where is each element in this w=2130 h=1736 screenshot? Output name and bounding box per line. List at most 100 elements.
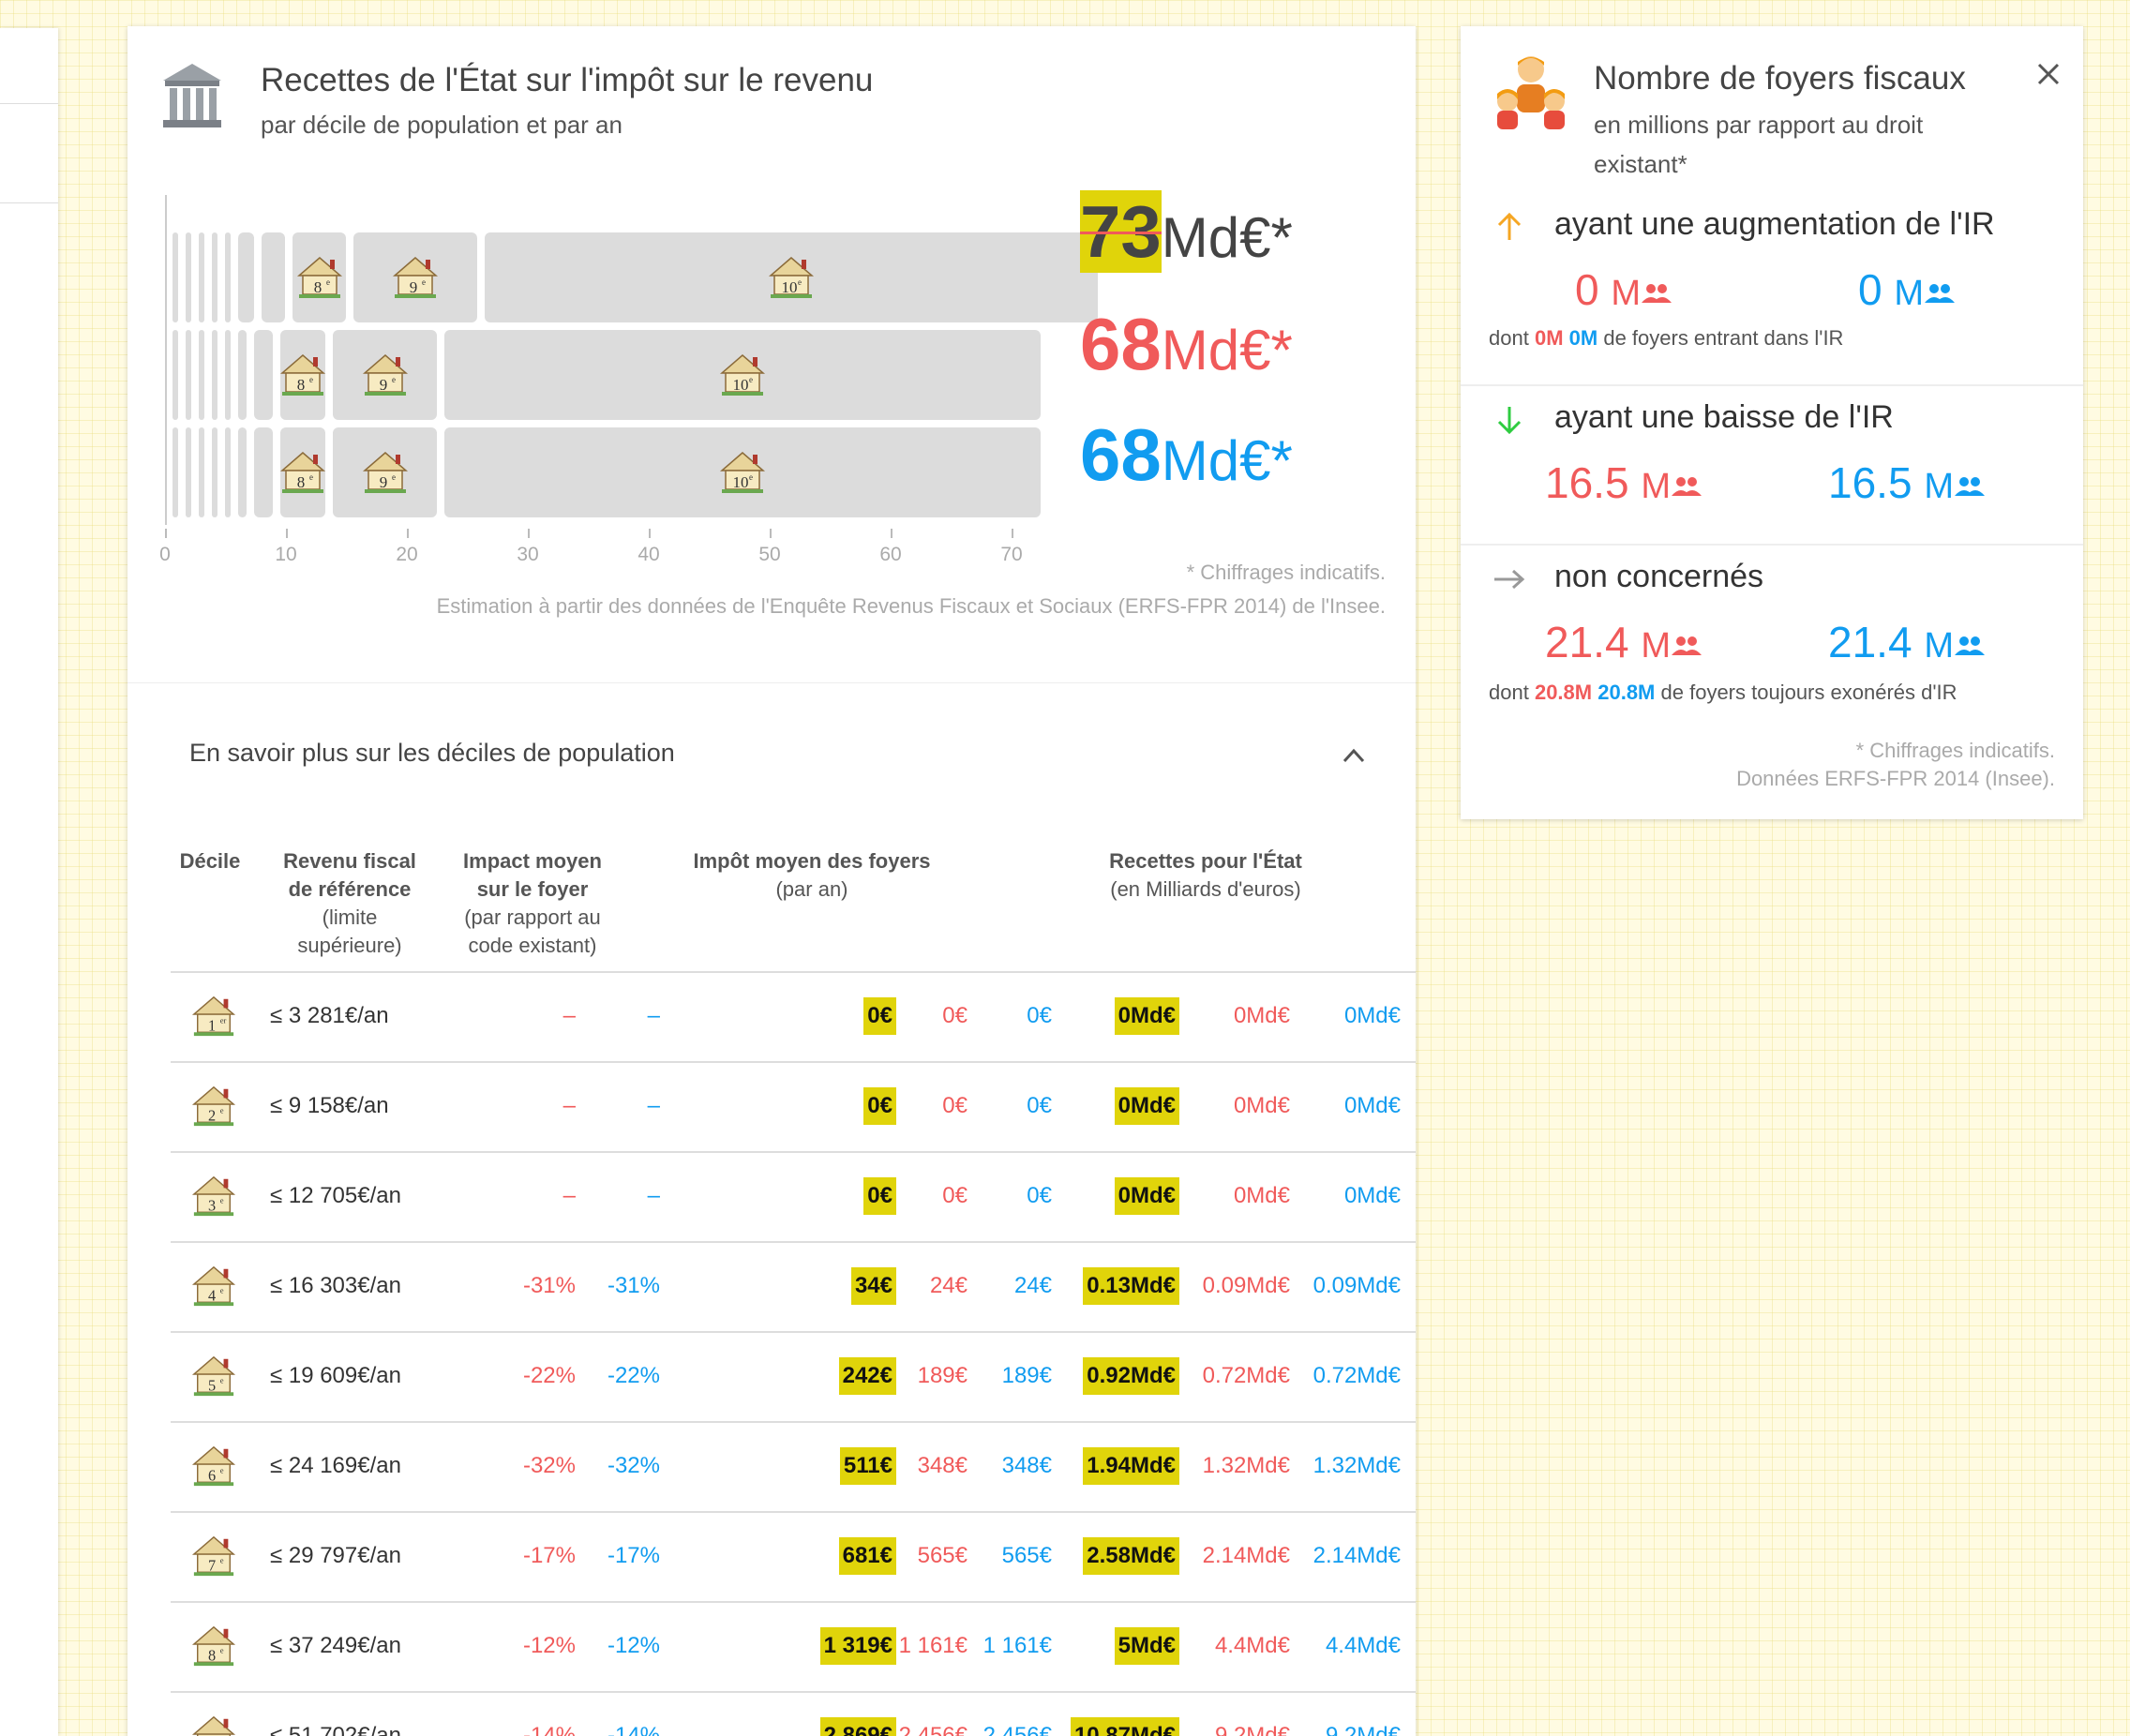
decrease-title: ayant une baisse de l'IR	[1554, 399, 1894, 435]
x-axis-tick	[891, 529, 892, 538]
svg-text:6: 6	[208, 1466, 216, 1484]
chart-total-reform-a: 68Md€*	[1080, 307, 1293, 381]
total-a-unit: Md€*	[1161, 319, 1293, 382]
bar-segment-decile-5	[225, 330, 231, 420]
bar-segment-decile-6	[238, 232, 255, 322]
header-impact: Impact moyen sur le foyer (par rapport au…	[463, 849, 602, 957]
recettes-a-cell: 0.09Md€	[1202, 1273, 1290, 1298]
decrease-count-a: 16.5 M	[1545, 457, 1702, 508]
recettes-base-cell: 10.87Md€	[1070, 1717, 1179, 1736]
recettes-b-cell: 1.32Md€	[1312, 1453, 1401, 1478]
impot-b-cell: 0€	[1027, 1003, 1052, 1028]
svg-text:5: 5	[208, 1376, 216, 1394]
bar-segment-decile-2	[186, 330, 191, 420]
house-icon: 10 e	[768, 257, 814, 298]
impot-b-cell: 0€	[1027, 1183, 1052, 1208]
impact-a-cell: -22%	[522, 1363, 576, 1388]
revenu-cell: ≤ 51 702€/an	[270, 1723, 401, 1736]
house-icon: 10 e	[719, 452, 765, 493]
header-recettes: Recettes pour l'État (en Milliards d'euro…	[1109, 849, 1302, 901]
revenu-cell: ≤ 24 169€/an	[270, 1453, 401, 1478]
svg-text:8: 8	[297, 473, 306, 491]
learn-more-toggle[interactable]: En savoir plus sur les déciles de popula…	[189, 739, 675, 768]
bar-segment-decile-7	[254, 330, 273, 420]
x-axis-tick	[1012, 529, 1013, 538]
recettes-a-cell: 4.4Md€	[1214, 1633, 1290, 1658]
x-axis-tick-label: 0	[159, 544, 171, 565]
decile-house: 5e	[191, 1354, 236, 1399]
divider	[0, 202, 58, 203]
impot-b-cell: 565€	[1001, 1543, 1052, 1568]
svg-text:7: 7	[208, 1556, 216, 1574]
people-icon	[1954, 636, 1985, 655]
chart-total-reform-b: 68Md€*	[1080, 418, 1293, 491]
side-title: Nombre de foyers fiscaux	[1594, 60, 1966, 97]
bar-segment-decile-3	[199, 232, 204, 322]
bar-segment-decile-3	[199, 427, 204, 517]
svg-text:e: e	[749, 375, 753, 384]
recettes-b-cell: 4.4Md€	[1325, 1633, 1401, 1658]
people-icon	[1954, 476, 1985, 496]
chevron-up-icon[interactable]	[1341, 742, 1367, 769]
impact-a-cell: -31%	[522, 1273, 576, 1298]
impact-b-cell: –	[647, 1003, 660, 1028]
svg-text:e: e	[392, 375, 396, 384]
impot-a-cell: 1 161€	[898, 1633, 968, 1658]
people-icon	[1671, 476, 1702, 496]
house-icon: 1 er	[191, 995, 236, 1037]
x-axis-tick	[770, 529, 772, 538]
decile-house: 8e	[191, 1624, 236, 1669]
impact-a-cell: –	[562, 1093, 576, 1118]
bar-segment-decile-5	[225, 232, 231, 322]
table-row: 8 e ≤ 37 249€/an -12% -12% 1 319€ 1 161€ 1 161€…	[171, 1601, 1416, 1691]
svg-text:e: e	[220, 1556, 224, 1565]
impot-b-cell: 0€	[1027, 1093, 1052, 1118]
bar-segment-decile-1	[172, 330, 178, 420]
house-icon: 2e	[191, 1085, 236, 1127]
x-axis-tick	[165, 529, 167, 538]
bar-segment-decile-4	[212, 427, 218, 517]
svg-text:e: e	[220, 1196, 224, 1205]
x-axis-tick-label: 50	[758, 544, 781, 565]
svg-text:e: e	[309, 375, 313, 384]
people-icon	[1925, 283, 1956, 303]
recettes-b-cell: 0Md€	[1343, 1003, 1401, 1028]
svg-text:9: 9	[410, 278, 418, 296]
decile-house: 9e	[191, 1714, 236, 1736]
side-subtitle: en millions par rapport au droit existan…	[1594, 111, 1924, 178]
house-icon: 9e	[362, 354, 408, 396]
x-axis-tick	[528, 529, 530, 538]
impot-base-cell: 242€	[838, 1357, 896, 1395]
revenu-cell: ≤ 16 303€/an	[270, 1273, 401, 1298]
house-icon: 8e	[296, 257, 342, 298]
decile-house: 6e	[191, 1444, 236, 1489]
close-icon[interactable]	[2034, 60, 2062, 88]
recettes-a-cell: 0Md€	[1233, 1093, 1290, 1118]
impot-base-cell: 1 319€	[819, 1627, 896, 1665]
total-base-unit: Md€*	[1161, 206, 1293, 269]
x-axis-tick-label: 30	[517, 544, 539, 565]
svg-text:e: e	[326, 277, 330, 287]
impot-a-cell: 0€	[942, 1093, 968, 1118]
source-note: Estimation à partir des données de l'Enq…	[436, 594, 1386, 618]
bar-segment-decile-4	[212, 232, 218, 322]
x-axis-tick-label: 60	[879, 544, 902, 565]
revenu-cell: ≤ 19 609€/an	[270, 1363, 401, 1388]
impact-b-cell: -32%	[607, 1453, 660, 1478]
bar-segment-decile-1	[172, 232, 178, 322]
card-title: Recettes de l'État sur l'impôt sur le re…	[261, 62, 874, 98]
house-icon: 9e	[392, 257, 438, 298]
impot-a-cell: 0€	[942, 1003, 968, 1028]
people-icon	[1671, 636, 1702, 655]
impot-a-cell: 24€	[929, 1273, 968, 1298]
bar-segment-decile-2	[186, 427, 191, 517]
recettes-base-cell: 0.13Md€	[1083, 1267, 1179, 1305]
recettes-b-cell: 0Md€	[1343, 1093, 1401, 1118]
svg-text:e: e	[309, 472, 313, 482]
x-axis-tick	[407, 529, 409, 538]
households-card: Nombre de foyers fiscaux en millions par…	[1461, 26, 2083, 819]
revenu-cell: ≤ 9 158€/an	[270, 1093, 389, 1118]
house-icon: 10 e	[719, 354, 765, 396]
bar-segment-decile-10: 10 e	[444, 330, 1041, 420]
impot-base-cell: 511€	[839, 1447, 896, 1485]
